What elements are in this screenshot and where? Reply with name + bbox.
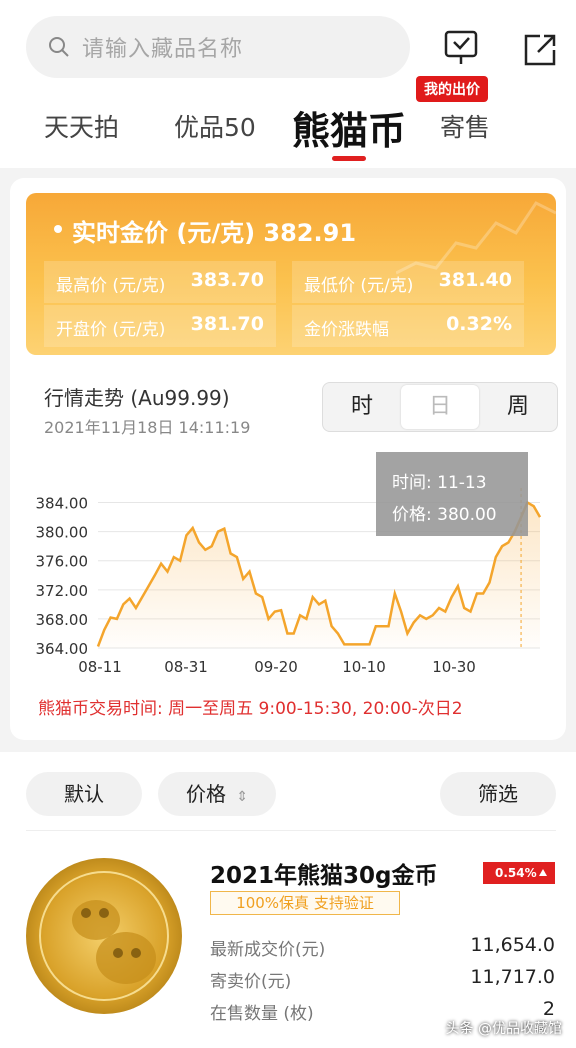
latest-price-value: 11,654.0 [470, 934, 555, 956]
filter-button[interactable]: 筛选 [440, 772, 556, 816]
my-bid-badge[interactable]: 我的出价 [416, 76, 488, 102]
stat-value: 381.40 [438, 269, 512, 291]
stat-label: 金价涨跌幅 [304, 320, 389, 340]
x-tick-label: 10-10 [342, 658, 386, 676]
stat-open: 开盘价 (元/克) 381.70 [44, 305, 276, 347]
segment-hour[interactable]: 时 [323, 383, 401, 431]
trading-hours-note: 熊猫币交易时间: 周一至周五 9:00-15:30, 20:00-次日2 [38, 699, 463, 719]
tab-panda-coin[interactable]: 熊猫币 [292, 100, 406, 155]
watermark: 头条 @优品收藏馆 [445, 1021, 562, 1037]
divider [26, 830, 556, 831]
panda-coin-image[interactable] [26, 858, 182, 1014]
stat-high: 最高价 (元/克) 383.70 [44, 261, 276, 303]
sort-arrows-icon: ⇕ [236, 789, 249, 805]
sort-price-label: 价格 [185, 782, 226, 806]
x-tick-label: 10-30 [432, 658, 476, 676]
search-icon [49, 37, 69, 57]
gold-price-title: 实时金价 (元/克) 382.91 [72, 219, 357, 247]
stat-value: 383.70 [190, 269, 264, 291]
x-tick-label: 08-31 [164, 658, 208, 676]
live-dot-icon [54, 225, 62, 233]
stock-count-label: 在售数量 (枚) [210, 1004, 314, 1024]
y-tick-label: 368.00 [36, 611, 89, 629]
stat-label: 开盘价 (元/克) [56, 320, 166, 340]
stock-count-value: 2 [542, 998, 555, 1020]
tab-youpin50[interactable]: 优品50 [174, 108, 256, 144]
consign-price-value: 11,717.0 [470, 966, 555, 988]
stat-change: 金价涨跌幅 0.32% [292, 305, 524, 347]
chart-tooltip: 时间: 11-13 价格: 380.00 [376, 452, 528, 536]
panda-coin-illustration [39, 871, 169, 1001]
search-input[interactable]: 请输入藏品名称 [26, 16, 410, 78]
segment-week[interactable]: 周 [479, 383, 557, 431]
sort-price-button[interactable]: 价格 ⇕ [158, 772, 276, 816]
tooltip-date: 时间: 11-13 [392, 473, 487, 493]
stat-low: 最低价 (元/克) 381.40 [292, 261, 524, 303]
product-title[interactable]: 2021年熊猫30g金币 [210, 856, 437, 890]
active-tab-indicator [332, 156, 366, 161]
share-icon[interactable] [520, 30, 560, 70]
sort-default-button[interactable]: 默认 [26, 772, 142, 816]
tooltip-price: 价格: 380.00 [392, 505, 497, 525]
x-tick-label: 09-20 [254, 658, 298, 676]
arrow-up-icon [539, 869, 547, 876]
y-tick-label: 380.00 [36, 524, 89, 542]
stat-value: 381.70 [190, 313, 264, 335]
segment-day[interactable]: 日 [401, 385, 479, 429]
period-segmented-control: 时 日 周 [322, 382, 558, 432]
y-tick-label: 364.00 [36, 640, 89, 658]
stat-label: 最高价 (元/克) [56, 276, 166, 296]
price-change-badge: 0.54% [483, 862, 555, 884]
latest-price-label: 最新成交价(元) [210, 940, 326, 960]
search-placeholder: 请输入藏品名称 [82, 37, 244, 62]
y-tick-label: 384.00 [36, 495, 89, 513]
consign-price-label: 寄卖价(元) [210, 972, 292, 992]
gold-price-panel: 实时金价 (元/克) 382.91 最高价 (元/克) 383.70 最低价 (… [26, 193, 556, 355]
x-tick-label: 08-11 [78, 658, 122, 676]
price-change-value: 0.54% [495, 866, 537, 880]
category-tabs: 天天拍 优品50 熊猫币 寄售 [0, 100, 576, 161]
tab-consignment[interactable]: 寄售 [440, 108, 490, 144]
authenticity-tag: 100%保真 支持验证 [210, 891, 400, 915]
stat-value: 0.32% [446, 313, 512, 335]
trend-datetime: 2021年11月18日 14:11:19 [44, 418, 251, 437]
y-tick-label: 376.00 [36, 553, 89, 571]
y-tick-label: 372.00 [36, 582, 89, 600]
tab-tiantianpai[interactable]: 天天拍 [44, 108, 119, 144]
stat-label: 最低价 (元/克) [304, 276, 414, 296]
trend-title: 行情走势 (Au99.99) [44, 386, 230, 410]
my-bid-icon[interactable] [442, 28, 482, 68]
